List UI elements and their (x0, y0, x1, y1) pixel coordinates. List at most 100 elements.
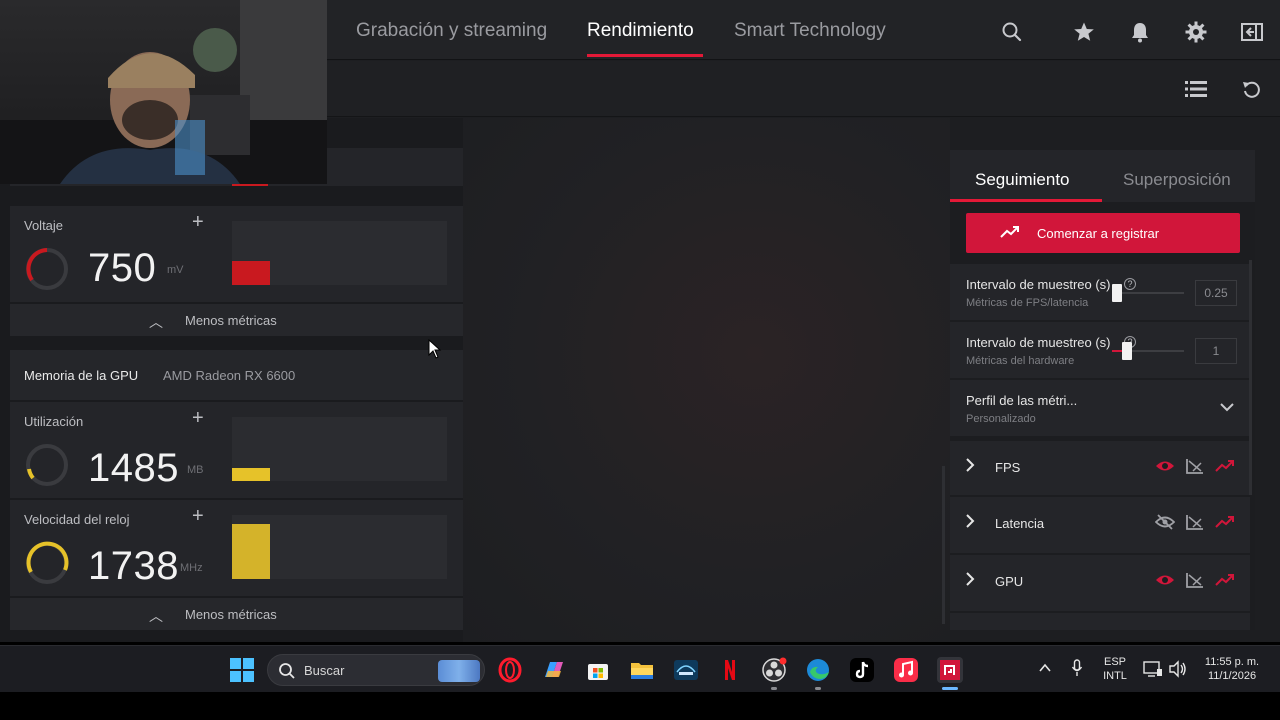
chevron-up-icon: ︿ (149, 314, 163, 330)
sampling-interval-fps: Intervalo de muestreo (s) Métricas de FP… (950, 264, 1250, 320)
chevron-up-icon[interactable] (1039, 663, 1051, 673)
metrics-panel: Voltaje + 750 mV ︿ Menos métricas Memori… (0, 118, 463, 642)
tab-tracking[interactable]: Seguimiento (975, 170, 1070, 190)
section-title: Memoria de la GPU (24, 368, 139, 383)
less-metrics-label: Menos métricas (185, 607, 277, 622)
tab-performance[interactable]: Rendimiento (587, 20, 694, 42)
sampling-interval-hardware: Intervalo de muestreo (s) Métricas del h… (950, 322, 1250, 378)
start-recording-button[interactable]: Comenzar a registrar (966, 213, 1240, 253)
spark-chart (232, 515, 447, 579)
amd-software-icon[interactable] (937, 657, 963, 683)
copilot-icon[interactable] (541, 657, 567, 683)
search-icon[interactable] (1000, 20, 1024, 44)
add-metric-button[interactable]: + (192, 506, 204, 526)
tab-recording-streaming[interactable]: Grabación y streaming (356, 20, 547, 42)
webcam-image (0, 0, 327, 184)
gauge-icon (24, 540, 70, 586)
active-tab-indicator (587, 54, 703, 57)
eye-off-icon[interactable] (1155, 514, 1175, 530)
clock-date: 11/1/2026 (1207, 670, 1257, 682)
metrics-profile-select[interactable]: Perfil de las métri... Personalizado (950, 380, 1250, 436)
chevron-right-icon (966, 458, 975, 472)
metric-group-partial (950, 613, 1250, 630)
sampling-value-field[interactable]: 0.25 (1195, 280, 1237, 306)
clock[interactable]: 11:55 p. m. 11/1/2026 (1196, 655, 1268, 683)
metric-group-latency[interactable]: Latencia (950, 497, 1250, 553)
list-view-icon[interactable] (1184, 78, 1208, 100)
chart-settings-icon[interactable] (1185, 514, 1205, 530)
setting-label: Intervalo de muestreo (s) (966, 335, 1111, 350)
opera-icon[interactable] (497, 657, 523, 683)
search-highlight-image (438, 660, 480, 682)
apple-music-icon[interactable] (893, 657, 919, 683)
microsoft-store-icon[interactable] (585, 657, 611, 683)
panel-toggle-icon[interactable] (1240, 20, 1264, 44)
help-icon[interactable]: ? (1124, 278, 1136, 290)
network-icon[interactable] (1143, 660, 1163, 678)
amd-software-window: Grabación y streaming Rendimiento Smart … (0, 0, 1280, 642)
spark-bar (232, 468, 270, 481)
tab-smart-technology[interactable]: Smart Technology (734, 20, 886, 42)
metric-label: Velocidad del reloj (24, 512, 130, 527)
active-tab-indicator (950, 199, 1102, 202)
windows-start-icon[interactable] (229, 657, 255, 683)
trend-up-icon[interactable] (1215, 514, 1235, 530)
bell-icon[interactable] (1128, 20, 1152, 44)
language-indicator[interactable]: ESP INTL (1100, 655, 1130, 683)
chart-settings-icon[interactable] (1185, 458, 1205, 474)
metric-card-voltage: Voltaje + 750 mV (10, 206, 463, 302)
microphone-icon[interactable] (1071, 659, 1083, 677)
trend-up-icon[interactable] (1215, 572, 1235, 588)
tracking-panel-scrollbar[interactable] (1249, 260, 1252, 495)
clock-time: 11:55 p. m. (1204, 656, 1260, 668)
volume-icon[interactable] (1168, 660, 1188, 678)
spark-bar (232, 261, 270, 285)
metrics-graph-area (463, 118, 950, 642)
metric-group-name: GPU (995, 574, 1024, 589)
search-label: Buscar (304, 663, 345, 678)
setting-label: Intervalo de muestreo (s) (966, 277, 1111, 292)
setting-sublabel: Personalizado (966, 413, 1036, 425)
obs-icon[interactable] (761, 657, 787, 683)
edge-icon[interactable] (805, 657, 831, 683)
metric-value: 750 (88, 246, 157, 290)
setting-sublabel: Métricas de FPS/latencia (966, 297, 1089, 309)
search-icon (279, 663, 295, 679)
less-metrics-button[interactable]: ︿ Menos métricas (10, 304, 463, 336)
trend-up-icon[interactable] (1215, 458, 1235, 474)
netflix-icon[interactable] (717, 657, 743, 683)
less-metrics-label: Menos métricas (185, 313, 277, 328)
language-code: ESP (1103, 656, 1126, 668)
star-icon[interactable] (1072, 20, 1096, 44)
chart-settings-icon[interactable] (1185, 572, 1205, 588)
spark-bar (232, 524, 270, 579)
add-metric-button[interactable]: + (192, 212, 204, 232)
taskbar-search[interactable]: Buscar (267, 654, 485, 686)
main-scrollbar[interactable] (942, 466, 945, 624)
metric-group-gpu[interactable]: GPU (950, 555, 1250, 611)
gauge-icon (24, 442, 70, 488)
tiktok-icon[interactable] (849, 657, 875, 683)
tab-overlay[interactable]: Superposición (1123, 170, 1231, 190)
sampling-value-field[interactable]: 1 (1195, 338, 1237, 364)
metric-group-fps[interactable]: FPS (950, 441, 1250, 495)
less-metrics-button[interactable]: ︿ Menos métricas (10, 598, 463, 630)
metric-unit: mV (167, 264, 184, 276)
reset-icon[interactable] (1240, 78, 1264, 100)
setting-sublabel: Métricas del hardware (966, 355, 1075, 367)
metric-value: 1738 (88, 544, 179, 588)
eye-icon[interactable] (1155, 572, 1175, 588)
trend-up-icon (1000, 226, 1019, 238)
disney-plus-icon[interactable] (673, 657, 699, 683)
active-app-indicator (942, 687, 958, 690)
eye-icon[interactable] (1155, 458, 1175, 474)
slider-thumb[interactable] (1122, 342, 1132, 360)
slider-thumb[interactable] (1112, 284, 1122, 302)
metric-card-clock-speed: Velocidad del reloj + 1738 MHz (10, 500, 463, 596)
slider-track[interactable] (1116, 292, 1184, 294)
file-explorer-icon[interactable] (629, 657, 655, 683)
gear-icon[interactable] (1184, 20, 1208, 44)
add-metric-button[interactable]: + (192, 408, 204, 428)
metric-group-name: FPS (995, 460, 1021, 475)
tracking-panel: Seguimiento Superposición Comenzar a reg… (950, 150, 1255, 630)
